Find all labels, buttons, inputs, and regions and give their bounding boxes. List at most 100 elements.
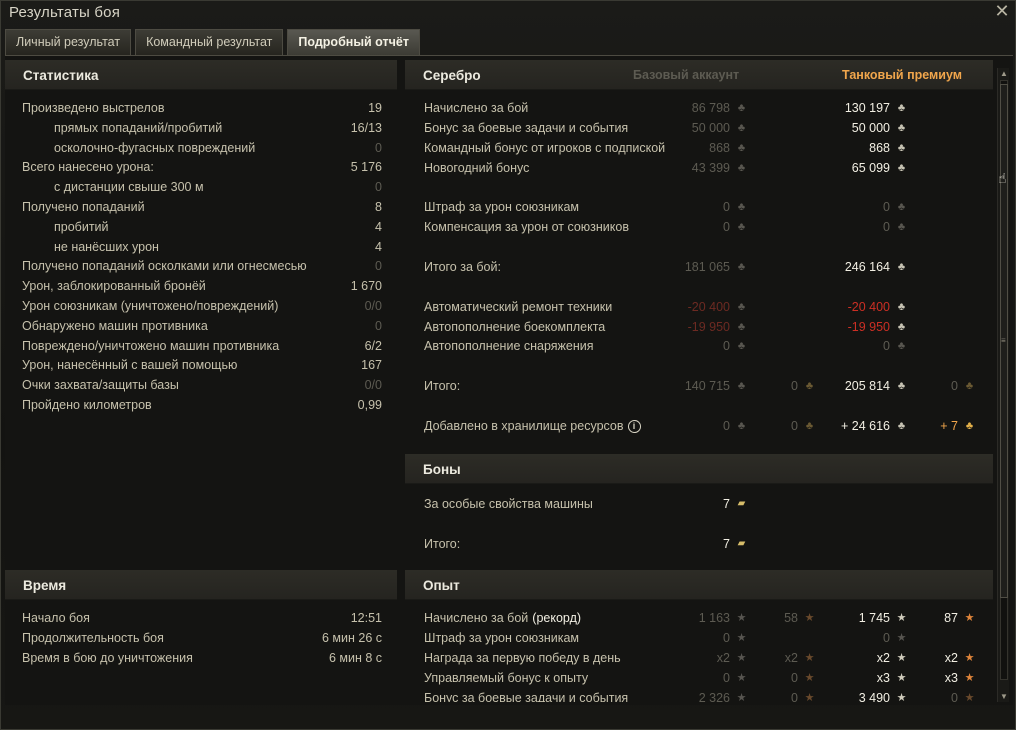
premium-xp-value: x2 [876,651,890,665]
stat-value: 4 [375,219,382,234]
premium-silver-value: 50 000 [851,121,890,135]
bonds-header: Боны [405,454,993,484]
stat-label: Урон, заблокированный бронёй [22,279,206,294]
time-header: Время [5,570,397,600]
stat-value: 0 [375,180,382,195]
stat-value: 1 670 [350,279,382,294]
premium-column-title: Танковый премиум [842,68,963,82]
stat-label: Пройдено километров [22,398,152,412]
base-gold-value: 0 [791,379,798,393]
bond-label: Итого: [424,537,461,551]
xp-star-icon: ★ [896,612,907,624]
silver-coin-icon: ♣ [737,201,746,213]
xp-row: Управляемый бонус к опыту 0 ★ x3 ★ 0 ★ x3 ★ [424,668,994,688]
stat-label: Урон союзникам (уничтожено/повреждений) [22,299,279,313]
xp-row: Начислено за бой (рекорд) 1 163 ★ 1 745 ★ 58 ★ 8… [424,608,994,628]
stat-label: осколочно-фугасных повреждений [54,140,256,155]
xp-star-icon: ★ [736,672,747,684]
silver-coin-icon: ♣ [897,420,906,432]
xp-label-text: Бонус за боевые задачи и события [424,691,629,702]
xp-star-icon: ★ [896,672,907,684]
silver-coin-icon: ♣ [737,340,746,352]
silver-row: Командный бонус от игроков с подпиской 86… [424,138,994,158]
silver-coin-icon: ♣ [737,261,746,273]
xp-star-icon: ★ [736,612,747,624]
silver-title: Серебро [423,68,481,83]
tab-detailed-report[interactable]: Подробный отчёт [287,29,420,55]
free-xp-star-icon: ★ [804,672,815,684]
premium-silver-value: 868 [869,141,890,155]
scroll-down-icon[interactable]: ▼ [998,691,1010,702]
premium-free-xp-value: x3 [944,671,958,685]
premium-xp-value: x3 [876,671,890,685]
time-label: Время в бою до уничтожения [22,651,193,665]
xp-star-icon: ★ [896,632,907,644]
gold-icon: ♣ [805,380,814,392]
close-icon[interactable]: ✕ [993,2,1011,20]
silver-row: Новогодний бонус 43 399 ♣ 65 099 ♣ [424,158,994,178]
premium-gold-value: 0 [951,379,958,393]
stat-label: Всего нанесено урона: [22,160,154,175]
time-row: Продолжительность боя 6 мин 26 с [22,628,382,648]
silver-row: Штраф за урон союзникам 0 ♣ 0 ♣ [424,197,994,217]
silver-list: Начислено за бой 86 798 ♣ 130 197 ♣ Бонус за … [424,98,994,438]
base-silver-value: 86 798 [691,101,730,115]
silver-coin-icon: ♣ [897,122,906,134]
silver-coin-icon: ♣ [897,261,906,273]
premium-silver-value: 0 [883,339,890,353]
premium-silver-value: 246 164 [844,260,890,274]
stat-label: Обнаружено машин противника [22,318,208,333]
base-silver-value: 43 399 [691,161,730,175]
silver-coin-icon: ♣ [737,122,746,134]
bonds-list: За особые свойства машины 7 ▰ Итого: 7 ▰ [424,494,994,554]
xp-label: Награда за первую победу в день [424,648,621,668]
silver-coin-icon: ♣ [897,380,906,392]
stat-value: 0/0 [364,299,382,313]
silver-row: Итого за бой: 181 065 ♣ 246 164 ♣ [424,257,994,277]
statistics-list: Произведено выстрелов 19 прямых попаданий/… [22,98,382,428]
base-xp-value: 0 [723,671,730,685]
base-account-column-title: Базовый аккаунт [633,68,740,82]
tab-personal-result[interactable]: Личный результат [5,29,132,55]
premium-silver-value: 130 197 [844,101,890,115]
silver-row: Итого: 140 715 ♣ 205 814 ♣ 0 ♣ 0 ♣ [424,376,994,396]
xp-label: Управляемый бонус к опыту [424,668,588,688]
scroll-grip-icon: ≡ [1001,336,1006,345]
silver-row: Автопополнение снаряжения 0 ♣ 0 ♣ [424,336,994,356]
report-content: Статистика Произведено выстрелов 19 прямых… [5,55,1013,705]
silver-coin-icon: ♣ [737,420,746,432]
silver-label: Бонус за боевые задачи и события [424,121,629,135]
time-label: Начало боя [22,611,90,625]
stat-label: Получено попаданий осколками или огнесме… [22,259,307,274]
stat-value: 0,99 [357,398,382,412]
info-icon[interactable]: i [627,420,641,434]
stat-value: 0 [375,259,382,274]
silver-label: Автоматический ремонт техники [424,300,613,314]
base-silver-value: -19 950 [687,320,730,334]
stat-label: Урон, нанесённый с вашей помощью [22,358,238,373]
stat-value: 19 [368,101,382,115]
silver-row: Автоматический ремонт техники -20 400 ♣ -20… [424,297,994,317]
xp-label-text: Штраф за урон союзникам [424,631,580,645]
base-silver-value: 868 [709,141,730,155]
stat-label: с дистанции свыше 300 м [54,180,204,195]
free-xp-star-icon: ★ [964,692,975,702]
premium-xp-value: 3 490 [858,691,890,702]
silver-coin-icon: ♣ [897,321,906,333]
scrollbar[interactable]: ▲ ≡ ▼ [997,68,1009,702]
premium-silver-value: + 24 616 [840,419,890,433]
tab-bar: Личный результат Командный результат Под… [5,29,424,55]
stat-row: не нанёсших урон 4 [22,237,382,257]
stat-label: Повреждено/уничтожено машин противника [22,338,280,353]
battle-results-window: Результаты боя ✕ Личный результат Команд… [0,0,1016,730]
xp-star-icon: ★ [736,652,747,664]
scroll-up-icon[interactable]: ▲ [998,68,1010,79]
stat-label: не нанёсших урон [54,239,159,254]
stat-value: 0/0 [364,378,382,393]
experience-header: Опыт [405,570,993,600]
silver-label: Автопополнение снаряжения [424,339,594,353]
xp-label-text: Управляемый бонус к опыту [424,671,589,685]
base-free-xp-value: 0 [791,671,798,685]
bond-icon: ▰ [737,498,746,509]
tab-team-result[interactable]: Командный результат [135,29,284,55]
